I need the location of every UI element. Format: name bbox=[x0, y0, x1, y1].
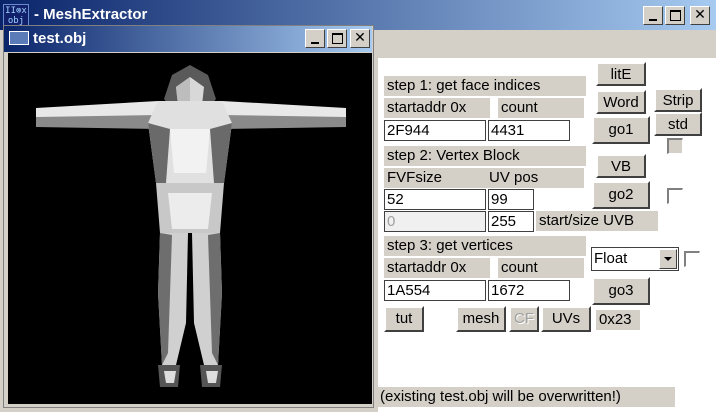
format-select[interactable]: Float bbox=[591, 247, 679, 271]
lite-button[interactable]: litE bbox=[596, 62, 646, 86]
step3-count-input[interactable]: 1672 bbox=[488, 280, 570, 301]
step2-heading: step 2: Vertex Block bbox=[384, 146, 586, 166]
main-window-title: - MeshExtractor bbox=[34, 6, 147, 23]
child-close-button[interactable]: ✕ bbox=[350, 29, 370, 48]
cf-button: CF bbox=[509, 306, 539, 332]
go3-button[interactable]: go3 bbox=[592, 277, 650, 305]
uvs-button[interactable]: UVs bbox=[541, 306, 591, 332]
title-prefix: - bbox=[34, 6, 39, 23]
child-window-title: test.obj bbox=[33, 30, 87, 47]
step1-startaddr-input[interactable]: 2F944 bbox=[384, 120, 486, 141]
std-checkbox[interactable] bbox=[667, 138, 683, 154]
step1-startaddr-label: startaddr 0x bbox=[384, 98, 490, 118]
word-button[interactable]: Word bbox=[596, 90, 646, 114]
step3-heading: step 3: get vertices bbox=[384, 236, 586, 256]
step3-startaddr-label: startaddr 0x bbox=[384, 258, 490, 278]
step2-uvpos-input[interactable]: 99 bbox=[488, 189, 534, 210]
go2-button[interactable]: go2 bbox=[592, 181, 650, 209]
go2-checkbox[interactable] bbox=[667, 188, 683, 204]
child-maximize-button[interactable] bbox=[327, 29, 347, 48]
format-select-value: Float bbox=[594, 250, 628, 267]
main-close-button[interactable]: ✕ bbox=[690, 6, 710, 25]
step1-count-label: count bbox=[498, 98, 584, 118]
step2-size-input[interactable]: 255 bbox=[488, 211, 534, 232]
title-text: MeshExtractor bbox=[43, 6, 148, 23]
dropdown-arrow-icon[interactable] bbox=[659, 249, 677, 269]
format-checkbox[interactable] bbox=[684, 251, 700, 267]
mesh-button[interactable]: mesh bbox=[456, 306, 506, 332]
step1-count-input[interactable]: 4431 bbox=[488, 120, 570, 141]
hex-readout: 0x23 bbox=[596, 310, 640, 330]
vb-button[interactable]: VB bbox=[596, 154, 646, 178]
step2-start-input: 0 bbox=[384, 211, 486, 232]
app-icon-text-top: II⊗x bbox=[5, 6, 27, 16]
go1-button[interactable]: go1 bbox=[592, 116, 650, 144]
step3-count-label: count bbox=[498, 258, 584, 278]
step1-heading: step 1: get face indices bbox=[384, 76, 586, 96]
step3-startaddr-input[interactable]: 1A554 bbox=[384, 280, 486, 301]
child-minimize-button[interactable] bbox=[305, 29, 325, 48]
app-icon: II⊗x obj bbox=[3, 4, 29, 26]
strip-button[interactable]: Strip bbox=[654, 88, 702, 112]
std-button[interactable]: std bbox=[654, 112, 702, 136]
mesh-figure bbox=[36, 65, 346, 387]
status-note: (existing test.obj will be overwritten!) bbox=[377, 387, 675, 407]
main-minimize-button[interactable] bbox=[643, 6, 663, 25]
step2-start-size-label: start/size UVB bbox=[536, 211, 658, 231]
step2-fvfsize-label: FVFsize bbox=[384, 168, 490, 188]
main-maximize-button[interactable] bbox=[665, 6, 685, 25]
3d-viewport[interactable] bbox=[8, 53, 372, 404]
step2-fvfsize-input[interactable]: 52 bbox=[384, 189, 486, 210]
step2-uvpos-label: UV pos bbox=[486, 168, 584, 188]
obj-file-icon bbox=[9, 31, 29, 45]
tut-button[interactable]: tut bbox=[384, 306, 424, 332]
